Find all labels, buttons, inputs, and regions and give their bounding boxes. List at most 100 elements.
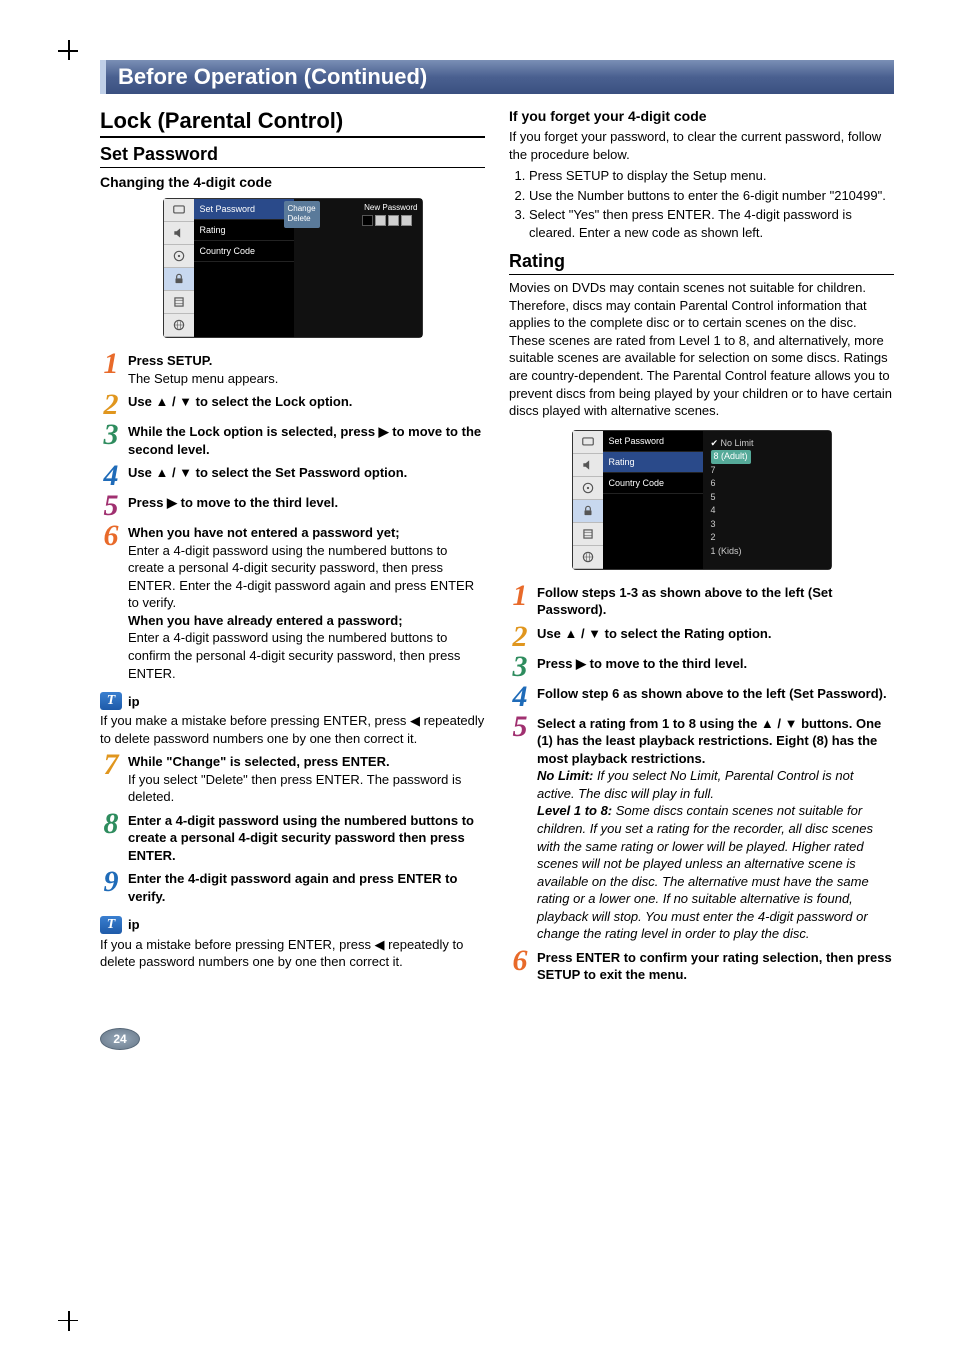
step-bold: Press SETUP. bbox=[128, 353, 212, 368]
step-bold: Use ▲ / ▼ to select the Lock option. bbox=[128, 394, 352, 409]
tip-text-2: If you a mistake before pressing ENTER, … bbox=[100, 936, 485, 971]
level-label: Level 1 to 8: bbox=[537, 803, 612, 818]
osd-rating-option: 2 bbox=[711, 531, 823, 545]
heading-forget-code: If you forget your 4-digit code bbox=[509, 108, 894, 124]
step-number: 3 bbox=[509, 655, 531, 679]
tip-row: T ip bbox=[100, 692, 485, 710]
osd-icon-tv bbox=[164, 199, 194, 222]
step-number: 1 bbox=[509, 584, 531, 608]
right-column: If you forget your 4-digit code If you f… bbox=[509, 108, 894, 988]
step-number: 8 bbox=[100, 812, 122, 836]
step-number: 6 bbox=[509, 949, 531, 973]
osd-pw-box bbox=[401, 215, 412, 226]
tip-label: ip bbox=[128, 694, 140, 709]
osd-right-panel: No Limit 8 (Adult) 7 6 5 4 3 2 1 (Kids) bbox=[703, 431, 831, 569]
osd-menu-rating: Set Password Rating Country Code No Limi… bbox=[572, 430, 832, 570]
forget-intro: If you forget your password, to clear th… bbox=[509, 128, 894, 163]
osd-icon-speaker bbox=[573, 454, 603, 477]
step-5: 5 Press ▶ to move to the third level. bbox=[100, 494, 485, 518]
step-number: 4 bbox=[509, 685, 531, 709]
osd-rating-option: 3 bbox=[711, 518, 823, 532]
osd-icon-disc bbox=[573, 477, 603, 500]
list-item: Use the Number buttons to enter the 6-di… bbox=[529, 187, 894, 205]
step-text: If you select "Delete" then press ENTER.… bbox=[128, 772, 461, 805]
step-1: 1 Press SETUP. The Setup menu appears. bbox=[100, 352, 485, 387]
osd-right-panel: Change Delete New Password bbox=[294, 199, 422, 337]
step-bold: Press ▶ to move to the third level. bbox=[128, 495, 338, 510]
osd-item-country-code: Country Code bbox=[603, 473, 703, 494]
osd-pw-box bbox=[362, 215, 373, 226]
osd-item-rating: Rating bbox=[194, 220, 294, 241]
crop-mark-bottom-left bbox=[58, 1281, 108, 1331]
osd-icon-lock bbox=[164, 268, 194, 291]
heading-set-password: Set Password bbox=[100, 144, 485, 168]
osd-icon-column bbox=[573, 431, 603, 569]
no-limit-label: No Limit: bbox=[537, 768, 593, 783]
step-7: 7 While "Change" is selected, press ENTE… bbox=[100, 753, 485, 806]
step-2: 2 Use ▲ / ▼ to select the Lock option. bbox=[100, 393, 485, 417]
step-bold: Enter the 4-digit password again and pre… bbox=[128, 871, 457, 904]
step-8: 8 Enter a 4-digit password using the num… bbox=[100, 812, 485, 865]
step-bold: Use ▲ / ▼ to select the Set Password opt… bbox=[128, 465, 407, 480]
osd-icon-globe bbox=[164, 314, 194, 337]
page-number-badge: 24 bbox=[100, 1028, 140, 1050]
step-bold: While "Change" is selected, press ENTER. bbox=[128, 754, 390, 769]
step-number: 1 bbox=[100, 352, 122, 376]
rstep-2: 2 Use ▲ / ▼ to select the Rating option. bbox=[509, 625, 894, 649]
osd-pw-box bbox=[375, 215, 386, 226]
step-bold: Follow steps 1-3 as shown above to the l… bbox=[537, 585, 832, 618]
rstep-1: 1 Follow steps 1-3 as shown above to the… bbox=[509, 584, 894, 619]
osd-icon-film bbox=[573, 523, 603, 546]
osd-rating-option: 8 (Adult) bbox=[711, 450, 751, 464]
heading-lock: Lock (Parental Control) bbox=[100, 108, 485, 138]
osd-menu-set-password: Set Password Rating Country Code Change … bbox=[163, 198, 423, 338]
step-number: 3 bbox=[100, 423, 122, 447]
step-4: 4 Use ▲ / ▼ to select the Set Password o… bbox=[100, 464, 485, 488]
osd-icon-globe bbox=[573, 546, 603, 569]
rstep-5: 5 Select a rating from 1 to 8 using the … bbox=[509, 715, 894, 943]
step-number: 6 bbox=[100, 524, 122, 548]
osd-item-rating: Rating bbox=[603, 452, 703, 473]
level-text: Some discs contain scenes not suitable f… bbox=[537, 803, 873, 941]
rstep-4: 4 Follow step 6 as shown above to the le… bbox=[509, 685, 894, 709]
osd-pw-box bbox=[388, 215, 399, 226]
osd-rating-option: 7 bbox=[711, 464, 823, 478]
tip-row-2: T ip bbox=[100, 916, 485, 934]
step-number: 5 bbox=[100, 494, 122, 518]
list-item: Select "Yes" then press ENTER. The 4-dig… bbox=[529, 206, 894, 241]
step-bold: Select a rating from 1 to 8 using the ▲ … bbox=[537, 716, 881, 766]
step-number: 5 bbox=[509, 715, 531, 739]
step-bold-2: When you have already entered a password… bbox=[128, 613, 403, 628]
step-number: 4 bbox=[100, 464, 122, 488]
step-body: Press SETUP. The Setup menu appears. bbox=[128, 352, 485, 387]
step-3: 3 While the Lock option is selected, pre… bbox=[100, 423, 485, 458]
heading-rating: Rating bbox=[509, 251, 894, 275]
tip-text: If you make a mistake before pressing EN… bbox=[100, 712, 485, 747]
step-number: 9 bbox=[100, 870, 122, 894]
tip-icon: T bbox=[100, 916, 122, 934]
list-item: Press SETUP to display the Setup menu. bbox=[529, 167, 894, 185]
step-body: When you have not entered a password yet… bbox=[128, 524, 485, 682]
step-number: 7 bbox=[100, 753, 122, 777]
osd-rating-option: 4 bbox=[711, 504, 823, 518]
step-bold: Press ENTER to confirm your rating selec… bbox=[537, 950, 892, 983]
section-title-bar: Before Operation (Continued) bbox=[100, 60, 894, 94]
osd-popup-delete: Delete bbox=[288, 214, 316, 224]
crop-mark-top-left bbox=[58, 40, 108, 90]
osd-rating-option: 1 (Kids) bbox=[711, 545, 823, 559]
osd-rating-option: No Limit bbox=[711, 437, 823, 451]
tip-label: ip bbox=[128, 917, 140, 932]
page-number: 24 bbox=[113, 1032, 126, 1046]
osd-rating-option: 5 bbox=[711, 491, 823, 505]
step-number: 2 bbox=[509, 625, 531, 649]
rstep-6: 6 Press ENTER to confirm your rating sel… bbox=[509, 949, 894, 984]
step-bold: While the Lock option is selected, press… bbox=[128, 424, 481, 457]
osd-item-set-password: Set Password bbox=[603, 431, 703, 452]
step-text: Enter a 4-digit password using the numbe… bbox=[128, 543, 474, 611]
osd-icon-disc bbox=[164, 245, 194, 268]
step-number: 2 bbox=[100, 393, 122, 417]
osd-item-country-code: Country Code bbox=[194, 241, 294, 262]
osd-menu-list: Set Password Rating Country Code bbox=[603, 431, 703, 569]
osd-icon-lock bbox=[573, 500, 603, 523]
osd-popup: Change Delete bbox=[284, 201, 320, 228]
